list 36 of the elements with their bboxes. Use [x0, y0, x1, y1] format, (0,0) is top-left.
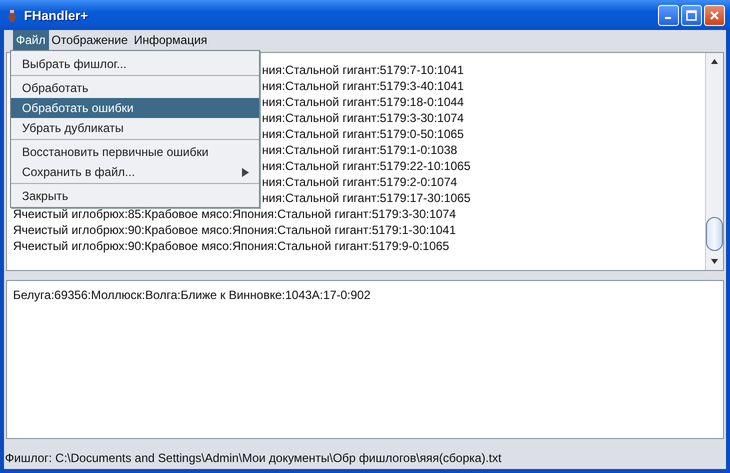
menu-item[interactable]: Обработать ошибки: [11, 98, 259, 118]
list-row[interactable]: Ячеистый иглобрюх:90:Крабовое мясо:Япония:Стальной гигант:5179:1-30:1041: [13, 222, 456, 238]
menu-item[interactable]: Обработать: [11, 78, 259, 98]
maximize-icon[interactable]: [686, 10, 697, 20]
scroll-up-icon[interactable]: [711, 59, 718, 64]
close-icon[interactable]: [709, 10, 720, 20]
close-button[interactable]: [704, 4, 725, 26]
scroll-down-icon[interactable]: [711, 259, 718, 264]
list-row[interactable]: Ячеистый иглобрюх:85:Крабовое мясо:Япония:Стальной гигант:5179:3-30:1074: [13, 206, 456, 222]
menu-item[interactable]: Убрать дубликаты: [11, 118, 259, 138]
list-row[interactable]: ния:Стальной гигант:5179:0-50:1065: [262, 126, 464, 142]
menu-bar-item[interactable]: Отображение: [48, 30, 131, 50]
status-text: Фишлог: C:\Documents and Settings\Admin\Мои документы\Обр фишлогов\яяя(сборка).txt: [5, 451, 502, 465]
menu-item[interactable]: Закрыть: [11, 186, 259, 206]
list-row[interactable]: Белуга:69356:Моллюск:Волга:Ближе к Винновке:1043А:17-0:902: [13, 287, 371, 303]
menu-bar-item[interactable]: Файл: [13, 30, 49, 50]
list-row[interactable]: ния:Стальной гигант:5179:7-10:1041: [262, 62, 464, 78]
menu-item[interactable]: Выбрать фишлог...: [11, 54, 259, 74]
list-row[interactable]: Ячеистый иглобрюх:90:Крабовое мясо:Япония:Стальной гигант:5179:9-0:1065: [13, 238, 450, 254]
scroll-thumb[interactable]: [706, 217, 723, 251]
app-icon: [6, 7, 18, 23]
menu-item[interactable]: Восстановить первичные ошибки: [11, 142, 259, 162]
minimize-button[interactable]: [658, 4, 679, 26]
maximize-button[interactable]: [681, 4, 702, 26]
window-title: FHandler+: [24, 8, 89, 22]
list-row[interactable]: ния:Стальной гигант:5179:22-10:1065: [262, 158, 471, 174]
submenu-arrow-icon: [242, 168, 249, 176]
list-row[interactable]: ния:Стальной гигант:5179:2-0:1074: [262, 174, 458, 190]
list-row[interactable]: ния:Стальной гигант:5179:17-30:1065: [262, 190, 471, 206]
menu-item[interactable]: Сохранить в файл...: [11, 162, 259, 182]
scrollbar[interactable]: [705, 53, 723, 270]
list-row[interactable]: ния:Стальной гигант:5179:1-0:1038: [262, 142, 458, 158]
list-row[interactable]: ния:Стальной гигант:5179:18-0:1044: [262, 94, 464, 110]
menu-bar-item[interactable]: Информация: [130, 30, 210, 50]
list-row[interactable]: ния:Стальной гигант:5179:3-30:1074: [262, 110, 464, 126]
list-row[interactable]: ния:Стальной гигант:5179:3-40:1041: [262, 78, 464, 94]
